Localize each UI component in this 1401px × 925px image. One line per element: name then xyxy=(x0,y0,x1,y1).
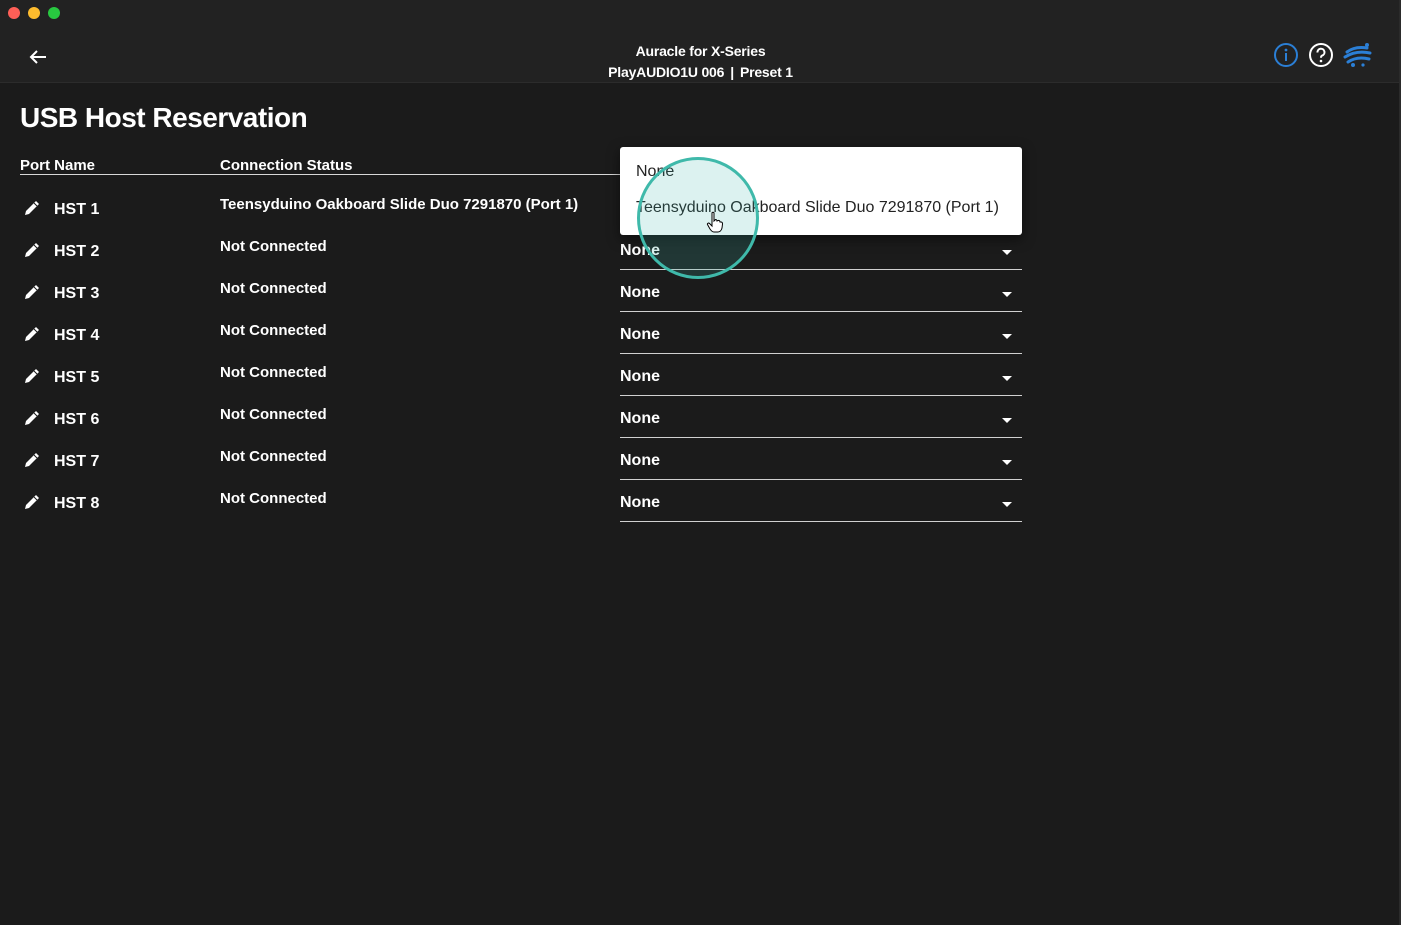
reservation-select[interactable]: None xyxy=(620,486,1022,522)
port-name: HST 3 xyxy=(54,285,100,302)
info-button[interactable] xyxy=(1273,42,1299,68)
column-header-connection-status: Connection Status xyxy=(220,157,353,174)
port-name: HST 4 xyxy=(54,327,100,344)
select-value: None xyxy=(620,368,660,385)
pencil-icon[interactable] xyxy=(22,198,42,218)
connection-status: Not Connected xyxy=(220,280,327,297)
select-value: None xyxy=(620,284,660,301)
connection-status: Not Connected xyxy=(220,448,327,465)
caret-down-icon xyxy=(1002,376,1012,381)
connection-status: Not Connected xyxy=(220,364,327,381)
port-name: HST 1 xyxy=(54,201,100,218)
connection-status: Not Connected xyxy=(220,238,327,255)
title-bar: Auracle for X-Series PlayAUDIO1U 006 | Pre… xyxy=(0,0,1401,83)
caret-down-icon xyxy=(1002,418,1012,423)
connection-status: Not Connected xyxy=(220,322,327,339)
caret-down-icon xyxy=(1002,334,1012,339)
select-value: None xyxy=(620,452,660,469)
table-row: HST 8 Not Connected None xyxy=(0,490,1030,534)
port-name: HST 8 xyxy=(54,495,100,512)
pencil-icon[interactable] xyxy=(22,366,42,386)
select-value: None xyxy=(620,494,660,511)
caret-down-icon xyxy=(1002,250,1012,255)
pencil-icon[interactable] xyxy=(22,324,42,344)
column-header-port-name: Port Name xyxy=(20,157,96,174)
pencil-icon[interactable] xyxy=(22,240,42,260)
connection-status: Teensyduino Oakboard Slide Duo 7291870 (… xyxy=(220,196,579,213)
reservation-select[interactable]: None xyxy=(620,234,1022,270)
page-title: USB Host Reservation xyxy=(20,102,308,133)
dropdown-option-none[interactable]: None xyxy=(636,163,674,181)
pencil-icon[interactable] xyxy=(22,282,42,302)
reservation-select[interactable]: None xyxy=(620,444,1022,480)
select-value: None xyxy=(620,410,660,427)
info-icon xyxy=(1274,43,1298,67)
title-separator: | xyxy=(730,64,734,80)
reservation-select[interactable]: None xyxy=(620,402,1022,438)
help-icon xyxy=(1309,43,1333,67)
reservation-select[interactable]: None xyxy=(620,318,1022,354)
dropdown-option-device[interactable]: Teensyduino Oakboard Slide Duo 7291870 (… xyxy=(636,199,999,217)
pencil-icon[interactable] xyxy=(22,492,42,512)
app-title: Auracle for X-Series xyxy=(635,43,766,59)
window-maximize-button[interactable] xyxy=(48,7,60,19)
connection-status: Not Connected xyxy=(220,490,327,507)
reservation-select[interactable]: None xyxy=(620,276,1022,312)
connection-status: Not Connected xyxy=(220,406,327,423)
reservation-dropdown-menu: None Teensyduino Oakboard Slide Duo 7291… xyxy=(620,147,1022,235)
select-value: None xyxy=(620,326,660,343)
device-preset-label: PlayAUDIO1U 006 | Preset 1 xyxy=(0,62,1401,83)
window-title-block: Auracle for X-Series PlayAUDIO1U 006 | Pre… xyxy=(0,41,1401,83)
preset-name: Preset 1 xyxy=(739,64,793,80)
help-button[interactable] xyxy=(1308,42,1334,68)
header-divider xyxy=(20,174,620,175)
select-value: None xyxy=(620,242,660,259)
hand-pointer-icon xyxy=(706,211,724,233)
window-minimize-button[interactable] xyxy=(28,7,40,19)
caret-down-icon xyxy=(1002,460,1012,465)
pencil-icon[interactable] xyxy=(22,408,42,428)
port-name: HST 6 xyxy=(54,411,100,428)
splash-logo-icon xyxy=(1343,43,1372,67)
port-name: HST 2 xyxy=(54,243,100,260)
brand-logo-button[interactable] xyxy=(1343,42,1373,68)
port-name: HST 5 xyxy=(54,369,100,386)
caret-down-icon xyxy=(1002,502,1012,507)
port-name: HST 7 xyxy=(54,453,100,470)
device-name: PlayAUDIO1U 006 xyxy=(608,64,725,80)
reservation-select[interactable]: None xyxy=(620,360,1022,396)
caret-down-icon xyxy=(1002,292,1012,297)
pencil-icon[interactable] xyxy=(22,450,42,470)
window-close-button[interactable] xyxy=(8,7,20,19)
